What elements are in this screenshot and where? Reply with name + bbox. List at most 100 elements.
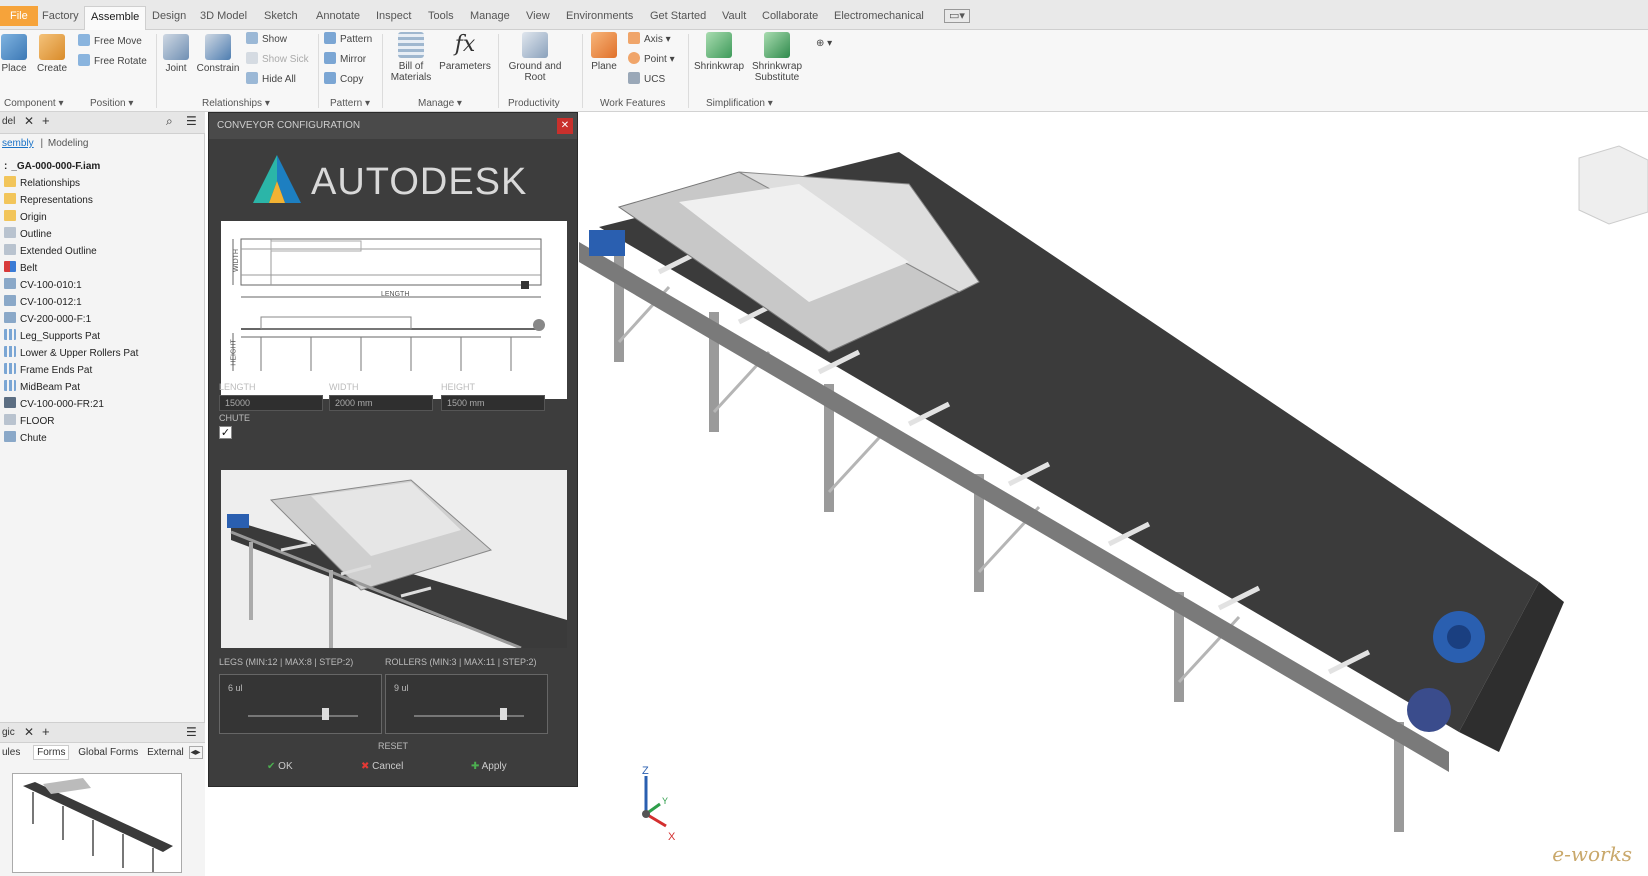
hide-all-button[interactable]: Hide All [246, 72, 296, 88]
reset-button[interactable]: RESET [219, 737, 567, 755]
parameters-button[interactable]: fx Parameters [436, 32, 494, 72]
tab-inspect[interactable]: Inspect [370, 6, 417, 26]
bill-of-materials-button[interactable]: Bill of Materials [388, 32, 434, 83]
subtab-external[interactable]: External [147, 747, 184, 758]
tree-item-leg-supports-pat[interactable]: Leg_Supports Pat [4, 328, 100, 345]
tree-item-midbeam-pat[interactable]: MidBeam Pat [4, 379, 80, 396]
menu-icon[interactable]: ☰ [186, 725, 197, 739]
tree-root[interactable]: : _GA-000-000-F.iam [4, 158, 100, 175]
tree-item-cv-200-000-f[interactable]: CV-200-000-F:1 [4, 311, 91, 328]
tab-design[interactable]: Design [146, 6, 192, 26]
tab-electromechanical[interactable]: Electromechanical [828, 6, 930, 26]
tree-item-cv-100-000-fr[interactable]: CV-100-000-FR:21 [4, 396, 104, 413]
rollers-slider-thumb[interactable] [500, 708, 507, 720]
graphics-viewport[interactable]: Z X Y e-works [579, 112, 1648, 876]
conveyor-3d-model[interactable] [579, 112, 1648, 876]
point-button[interactable]: Point ▾ [628, 52, 675, 68]
group-label-manage[interactable]: Manage ▾ [418, 98, 462, 109]
tab-environments[interactable]: Environments [560, 6, 639, 26]
tab-factory[interactable]: Factory [36, 6, 85, 26]
free-move-button[interactable]: Free Move [78, 34, 142, 50]
place-button[interactable]: Place [0, 34, 28, 74]
group-separator [498, 34, 499, 108]
tree-item-extended-outline[interactable]: Extended Outline [4, 243, 97, 260]
rollers-value[interactable]: 9 ul [394, 683, 409, 693]
pattern-button[interactable]: Pattern [324, 32, 372, 48]
legs-slider-thumb[interactable] [322, 708, 329, 720]
cancel-button[interactable]: ✖ Cancel [361, 761, 403, 772]
legs-value[interactable]: 6 ul [228, 683, 243, 693]
subtab-assembly[interactable]: sembly [2, 138, 34, 149]
group-label-relationships[interactable]: Relationships ▾ [202, 98, 270, 109]
tree-item-rollers-pat[interactable]: Lower & Upper Rollers Pat [4, 345, 138, 362]
joint-button[interactable]: Joint [160, 34, 192, 74]
tree-item-origin[interactable]: Origin [4, 209, 47, 226]
tab-3d-model[interactable]: 3D Model [194, 6, 253, 26]
tab-sketch[interactable]: Sketch [258, 6, 304, 26]
tree-item-relationships[interactable]: Relationships [4, 175, 80, 192]
ribbon-options-icon[interactable]: ▭▾ [944, 9, 970, 23]
tab-file[interactable]: File [0, 6, 38, 26]
group-label-pattern[interactable]: Pattern ▾ [330, 98, 370, 109]
add-panel-button[interactable]: ⊕ ▾ [816, 36, 832, 52]
tree-item-frame-ends-pat[interactable]: Frame Ends Pat [4, 362, 92, 379]
ground-and-root-button[interactable]: Ground and Root [504, 32, 566, 83]
mirror-button[interactable]: Mirror [324, 52, 366, 68]
group-label-simplification[interactable]: Simplification ▾ [706, 98, 773, 109]
free-rotate-button[interactable]: Free Rotate [78, 54, 147, 70]
search-icon[interactable]: ⌕ [166, 114, 173, 129]
plane-button[interactable]: Plane [588, 32, 620, 72]
subtab-forms[interactable]: Forms [33, 745, 70, 760]
scroll-arrows-icon[interactable]: ◂▸ [188, 746, 203, 759]
model-tab[interactable]: del [2, 116, 15, 127]
close-icon[interactable]: ✕ [24, 725, 34, 739]
tree-item-representations[interactable]: Representations [4, 192, 93, 209]
ok-button[interactable]: ✔ OK [267, 761, 293, 772]
group-label-component[interactable]: Component ▾ [4, 98, 64, 109]
viewcube-icon[interactable] [1578, 145, 1648, 225]
tree-item-cv-100-012[interactable]: CV-100-012:1 [4, 294, 82, 311]
tab-get-started[interactable]: Get Started [644, 6, 712, 26]
chute-label: CHUTE [219, 413, 250, 423]
ucs-button[interactable]: UCS [628, 72, 665, 88]
subtab-global-forms[interactable]: Global Forms [78, 747, 138, 758]
copy-button[interactable]: Copy [324, 72, 363, 88]
tree-item-outline[interactable]: Outline [4, 226, 52, 243]
legs-slider-track[interactable] [248, 715, 358, 717]
tab-collaborate[interactable]: Collaborate [756, 6, 824, 26]
show-sick-button[interactable]: Show Sick [246, 52, 309, 68]
tab-vault[interactable]: Vault [716, 6, 752, 26]
shrinkwrap-button[interactable]: Shrinkwrap [692, 32, 746, 72]
legs-control: 6 ul [219, 674, 382, 734]
tab-view[interactable]: View [520, 6, 556, 26]
close-icon[interactable]: ✕ [557, 118, 573, 134]
form-thumbnail[interactable] [12, 773, 182, 873]
plus-icon[interactable]: + [42, 113, 50, 128]
length-input[interactable]: 15000 [219, 395, 323, 411]
plus-icon[interactable]: + [42, 724, 50, 739]
constrain-button[interactable]: Constrain [194, 34, 242, 74]
tree-item-belt[interactable]: Belt [4, 260, 37, 277]
subtab-rules[interactable]: ules [2, 747, 20, 758]
shrinkwrap-substitute-button[interactable]: Shrinkwrap Substitute [748, 32, 806, 83]
width-input[interactable]: 2000 mm [329, 395, 433, 411]
tab-tools[interactable]: Tools [422, 6, 460, 26]
group-label-position[interactable]: Position ▾ [90, 98, 133, 109]
tab-manage[interactable]: Manage [464, 6, 516, 26]
close-icon[interactable]: ✕ [24, 114, 34, 128]
tree-item-chute[interactable]: Chute [4, 430, 47, 447]
tab-annotate[interactable]: Annotate [310, 6, 366, 26]
menu-icon[interactable]: ☰ [186, 114, 197, 128]
ilogic-tab[interactable]: gic [2, 727, 15, 738]
tree-item-floor[interactable]: FLOOR [4, 413, 54, 430]
rollers-slider-track[interactable] [414, 715, 524, 717]
subtab-modeling[interactable]: Modeling [48, 138, 89, 149]
chute-checkbox[interactable]: ✓ [219, 426, 232, 439]
show-button[interactable]: Show [246, 32, 287, 48]
create-button[interactable]: Create [34, 34, 70, 74]
axis-button[interactable]: Axis ▾ [628, 32, 671, 48]
tab-assemble[interactable]: Assemble [84, 6, 147, 30]
apply-button[interactable]: ✚ Apply [471, 761, 507, 772]
tree-item-cv-100-010[interactable]: CV-100-010:1 [4, 277, 82, 294]
height-input[interactable]: 1500 mm [441, 395, 545, 411]
